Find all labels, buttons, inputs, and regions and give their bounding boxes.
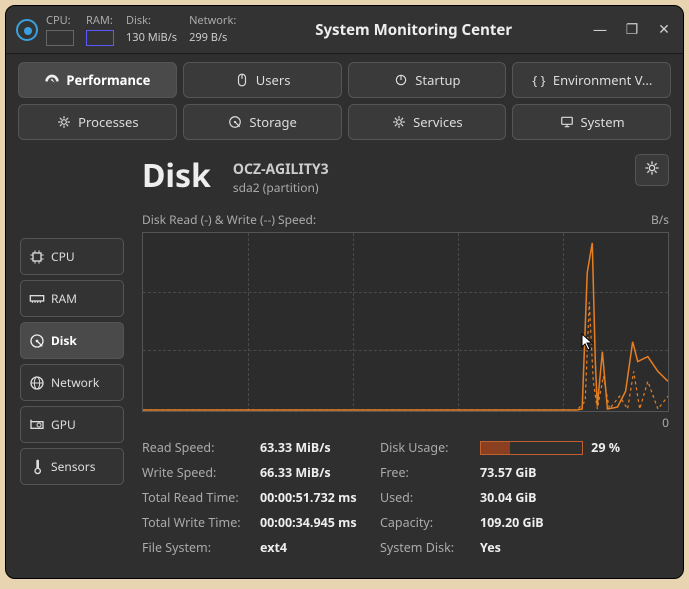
tab-storage-label: Storage — [249, 113, 296, 131]
free-value: 73.57 GiB — [480, 464, 620, 481]
graph-zero-label: 0 — [142, 414, 669, 431]
sidebar-item-cpu[interactable]: CPU — [20, 238, 124, 275]
ram-label: RAM: — [86, 13, 114, 28]
cpu-meter-icon — [46, 30, 74, 46]
sidebar-item-ram[interactable]: RAM — [20, 280, 124, 317]
graph-title: Disk Read (-) & Write (--) Speed: — [142, 211, 316, 228]
disk-usage-bar: 29 % — [480, 439, 620, 456]
settings-button[interactable] — [635, 154, 669, 186]
used-value: 30.04 GiB — [480, 489, 620, 506]
tab-storage[interactable]: Storage — [183, 104, 342, 140]
ram-meter-icon — [86, 30, 114, 46]
tab-performance[interactable]: Performance — [18, 62, 177, 98]
sidebar-sensors-label: Sensors — [51, 458, 95, 475]
gear-icon — [391, 114, 407, 130]
network-label: Network: — [189, 13, 236, 28]
gear-icon — [644, 159, 660, 181]
free-label: Free: — [380, 464, 480, 481]
tab-environment-label: Environment V... — [553, 71, 652, 89]
disk-usage-label: Disk Usage: — [380, 439, 480, 456]
titlebar: CPU: RAM: Disk: 130 MiB/s Network: 299 B… — [6, 6, 683, 54]
app-window: CPU: RAM: Disk: 130 MiB/s Network: 299 B… — [5, 5, 684, 579]
filesystem-label: File System: — [142, 539, 260, 556]
capacity-value: 109.20 GiB — [480, 514, 620, 531]
disk-label: Disk: — [126, 13, 177, 28]
system-disk-label: System Disk: — [380, 539, 480, 556]
filesystem-value: ext4 — [260, 539, 380, 556]
cpu-label: CPU: — [46, 13, 74, 28]
device-path: sda2 (partition) — [233, 179, 329, 196]
tab-system[interactable]: System — [512, 104, 671, 140]
system-disk-value: Yes — [480, 539, 620, 556]
tab-startup-label: Startup — [415, 71, 460, 89]
ram-icon — [29, 291, 45, 307]
tab-services[interactable]: Services — [348, 104, 507, 140]
sidebar-network-label: Network — [51, 374, 99, 391]
power-icon — [393, 72, 409, 88]
tab-processes[interactable]: Processes — [18, 104, 177, 140]
hdd-icon — [227, 114, 243, 130]
header-stats: CPU: RAM: Disk: 130 MiB/s Network: 299 B… — [46, 13, 236, 46]
read-speed-label: Read Speed: — [142, 439, 260, 456]
minimize-button[interactable]: ― — [591, 20, 609, 39]
write-speed-value: 66.33 MiB/s — [260, 464, 380, 481]
tab-environment[interactable]: { } Environment V... — [512, 62, 671, 98]
page-title: Disk — [142, 154, 211, 197]
gpu-icon — [29, 417, 45, 433]
mouse-icon — [234, 72, 250, 88]
sidebar-gpu-label: GPU — [51, 416, 76, 433]
tab-processes-label: Processes — [78, 113, 138, 131]
sidebar-item-disk[interactable]: Disk — [20, 322, 124, 359]
sidebar-disk-label: Disk — [51, 332, 77, 349]
sidebar-item-network[interactable]: Network — [20, 364, 124, 401]
disk-usage-value: 29 % — [591, 439, 620, 456]
main-panel: Disk OCZ-AGILITY3 sda2 (partition) Disk … — [124, 154, 669, 556]
device-name: OCZ-AGILITY3 — [233, 160, 329, 179]
sidebar-item-gpu[interactable]: GPU — [20, 406, 124, 443]
hdd-icon — [29, 333, 45, 349]
tab-services-label: Services — [413, 113, 463, 131]
sidebar-ram-label: RAM — [51, 290, 77, 307]
tab-performance-label: Performance — [66, 71, 150, 89]
braces-icon: { } — [531, 72, 547, 88]
close-button[interactable]: ✕ — [655, 20, 673, 39]
sidebar-item-sensors[interactable]: Sensors — [20, 448, 124, 485]
capacity-label: Capacity: — [380, 514, 480, 531]
performance-sidebar: CPU RAM Disk Network — [20, 238, 124, 556]
total-read-label: Total Read Time: — [142, 489, 260, 506]
app-icon — [16, 19, 38, 41]
disk-stats: Read Speed: 63.33 MiB/s Disk Usage: 29 %… — [142, 439, 669, 556]
disk-speed-graph — [142, 232, 669, 412]
globe-icon — [29, 375, 45, 391]
chip-icon — [29, 249, 45, 265]
gear-icon — [56, 114, 72, 130]
total-write-value: 00:00:34.945 ms — [260, 514, 380, 531]
network-rate: 299 B/s — [189, 30, 236, 45]
window-title: System Monitoring Center — [236, 20, 591, 40]
used-label: Used: — [380, 489, 480, 506]
tab-users-label: Users — [256, 71, 291, 89]
thermometer-icon — [29, 459, 45, 475]
total-write-label: Total Write Time: — [142, 514, 260, 531]
sidebar-cpu-label: CPU — [51, 248, 75, 265]
tab-system-label: System — [581, 113, 625, 131]
main-tabs: Performance Users Startup { } Environmen… — [6, 54, 683, 144]
disk-rate: 130 MiB/s — [126, 30, 177, 45]
total-read-value: 00:00:51.732 ms — [260, 489, 380, 506]
read-speed-value: 63.33 MiB/s — [260, 439, 380, 456]
gauge-icon — [44, 72, 60, 88]
maximize-button[interactable]: ❐ — [623, 20, 641, 39]
tab-startup[interactable]: Startup — [348, 62, 507, 98]
tab-users[interactable]: Users — [183, 62, 342, 98]
write-speed-label: Write Speed: — [142, 464, 260, 481]
monitor-icon — [559, 114, 575, 130]
graph-unit: B/s — [651, 211, 669, 228]
